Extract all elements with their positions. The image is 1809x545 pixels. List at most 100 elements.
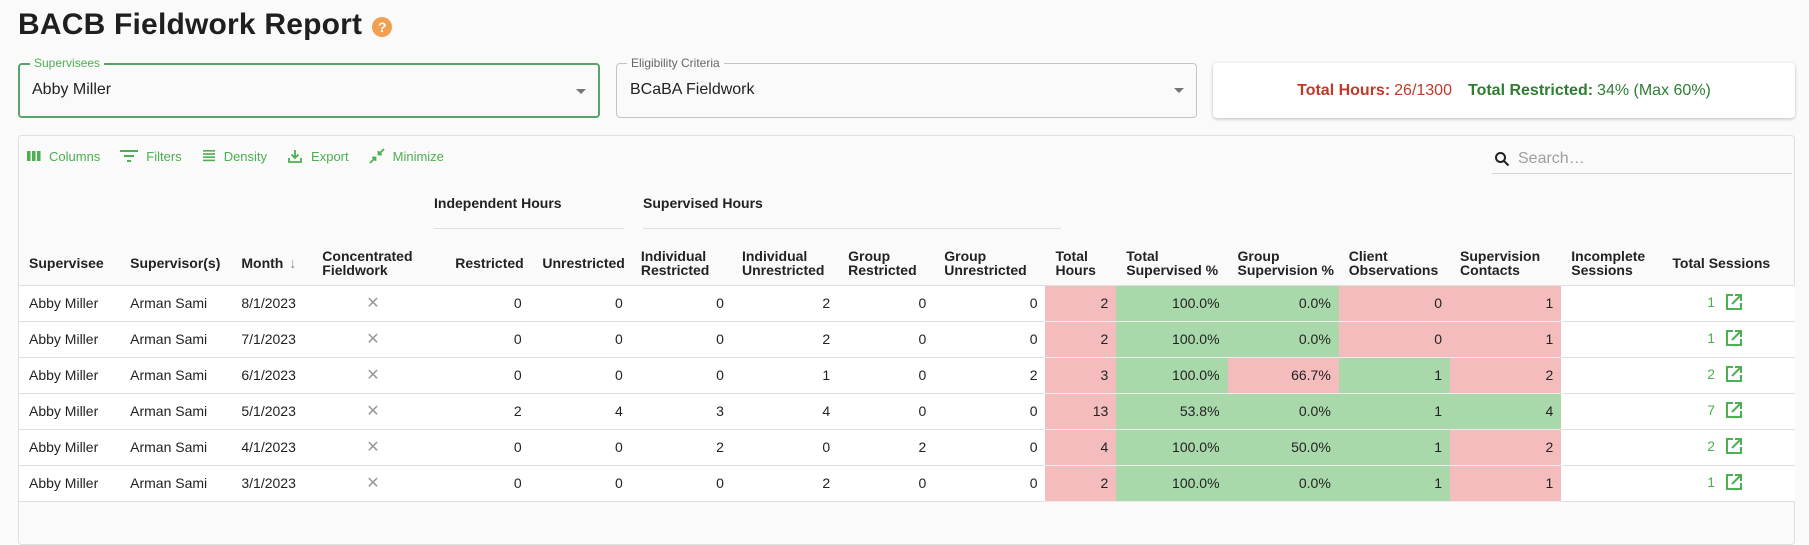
table-row[interactable]: Abby Miller Arman Sami 4/1/2023 ✕ 0 0 2 0 2 0 4 100… [19,429,1795,466]
table-row[interactable]: Abby Miller Arman Sami 3/1/2023 ✕ 0 0 0 2 0 0 2 100… [19,465,1795,502]
total-restricted-value: 34% (Max 60%) [1597,81,1711,99]
col-header-client-observations[interactable]: Client Observations [1338,241,1451,286]
cell-supervisor: Arman Sami [120,465,232,502]
cell-supervision-contacts: 2 [1450,357,1562,394]
col-header-incomplete-sessions[interactable]: Incomplete Sessions [1561,241,1663,286]
cell-ind-unrestricted: 4 [529,393,631,430]
col-header-individual-restricted[interactable]: Individual Restricted [630,241,732,286]
supervisees-select[interactable]: Supervisees Abby Miller [18,56,600,118]
columns-icon [27,151,41,161]
group-divider [434,228,624,229]
open-in-new-icon[interactable] [1725,293,1743,314]
table-row[interactable]: Abby Miller Arman Sami 7/1/2023 ✕ 0 0 0 2 0 0 2 100… [19,321,1795,358]
cell-supervisor: Arman Sami [120,321,232,358]
cell-incomplete-sessions [1561,465,1663,502]
cell-supervisee: Abby Miller [19,393,121,430]
group-header-supervised-hours: Supervised Hours [643,195,763,211]
cell-supervision-contacts: 1 [1450,465,1562,502]
cell-group-supervision-pct: 0.0% [1227,465,1339,502]
total-restricted-label: Total Restricted: [1467,81,1594,99]
cell-total-sessions: 1 [1662,285,1795,322]
cell-concentrated: ✕ [312,357,434,394]
col-header-group-unrestricted[interactable]: Group Unrestricted [934,241,1046,286]
close-icon: ✕ [366,439,380,456]
col-header-individual-unrestricted[interactable]: Individual Unrestricted [731,241,839,286]
cell-total-supervised-pct: 100.0% [1116,429,1228,466]
cell-sup-ind-restricted: 0 [630,357,732,394]
cell-concentrated: ✕ [312,429,434,466]
open-in-new-icon[interactable] [1725,473,1743,494]
search-box[interactable] [1492,144,1792,174]
cell-concentrated: ✕ [312,285,434,322]
col-header-supervision-contacts[interactable]: Supervision Contacts [1450,241,1562,286]
col-header-month[interactable]: Month ↓ [231,241,313,286]
col-header-group-restricted[interactable]: Group Restricted [838,241,935,286]
open-in-new-icon[interactable] [1725,329,1743,350]
density-icon [202,150,215,162]
search-input[interactable] [1516,148,1776,169]
close-icon: ✕ [366,331,380,348]
totals-summary-card: Total Hours: 26/1300 Total Restricted: 3… [1213,63,1795,118]
eligibility-criteria-select[interactable]: Eligibility Criteria BCaBA Fieldwork [616,56,1197,118]
cell-sup-grp-restricted: 0 [838,357,935,394]
sort-descending-icon[interactable]: ↓ [289,255,296,271]
export-button[interactable]: Export [287,148,349,164]
total-hours-label: Total Hours: [1297,81,1391,99]
cell-client-observations: 1 [1338,393,1451,430]
cell-group-supervision-pct: 0.0% [1227,285,1339,322]
minimize-label: Minimize [392,148,444,164]
cell-supervisee: Abby Miller [19,285,121,322]
group-header-independent-hours: Independent Hours [434,195,562,211]
open-in-new-icon[interactable] [1725,365,1743,386]
minimize-button[interactable]: Minimize [368,148,444,164]
cell-incomplete-sessions [1561,285,1663,322]
density-button[interactable]: Density [202,149,267,164]
cell-sup-grp-restricted: 2 [838,429,935,466]
cell-sup-ind-restricted: 0 [630,465,732,502]
cell-ind-restricted: 0 [433,429,530,466]
cell-supervision-contacts: 1 [1450,321,1562,358]
eligibility-criteria-value: BCaBA Fieldwork [630,81,755,98]
table-row[interactable]: Abby Miller Arman Sami 5/1/2023 ✕ 2 4 3 4 0 0 13 53… [19,393,1795,430]
chevron-down-icon[interactable] [576,89,586,94]
chevron-down-icon[interactable] [1174,88,1184,93]
total-sessions-value: 7 [1707,401,1715,418]
col-header-total-sessions[interactable]: Total Sessions [1662,241,1795,286]
cell-ind-unrestricted: 0 [529,285,631,322]
open-in-new-icon[interactable] [1725,437,1743,458]
close-icon: ✕ [366,475,380,492]
cell-client-observations: 0 [1338,285,1451,322]
cell-sup-grp-unrestricted: 0 [934,465,1046,502]
cell-total-supervised-pct: 100.0% [1116,321,1228,358]
table-header-row: Supervisee Supervisor(s) Month ↓ Concentr… [19,241,1795,286]
cell-supervisee: Abby Miller [19,465,121,502]
cell-ind-unrestricted: 0 [529,465,631,502]
cell-client-observations: 1 [1338,357,1451,394]
cell-sup-grp-restricted: 0 [838,285,935,322]
open-in-new-icon[interactable] [1725,401,1743,422]
cell-sup-grp-unrestricted: 2 [934,357,1046,394]
table-row[interactable]: Abby Miller Arman Sami 6/1/2023 ✕ 0 0 0 1 0 2 3 100… [19,357,1795,394]
cell-total-hours: 2 [1045,285,1117,322]
col-header-group-supervision-pct[interactable]: Group Supervision % [1227,241,1339,286]
cell-total-supervised-pct: 100.0% [1116,357,1228,394]
col-header-total-hours[interactable]: Total Hours [1045,241,1117,286]
table-row[interactable]: Abby Miller Arman Sami 8/1/2023 ✕ 0 0 0 2 0 0 2 100… [19,285,1795,322]
cell-month: 4/1/2023 [231,429,313,466]
total-sessions-value: 2 [1707,365,1715,382]
cell-concentrated: ✕ [312,465,434,502]
col-header-supervisors[interactable]: Supervisor(s) [120,241,232,286]
cell-sup-grp-restricted: 0 [838,393,935,430]
columns-button[interactable]: Columns [27,149,100,164]
cell-group-supervision-pct: 0.0% [1227,321,1339,358]
filters-button[interactable]: Filters [120,149,182,164]
col-header-independent-unrestricted[interactable]: Unrestricted [529,241,631,286]
col-header-concentrated-fieldwork[interactable]: Concentrated Fieldwork [312,241,434,286]
col-header-independent-restricted[interactable]: Restricted [433,241,530,286]
col-header-supervisee[interactable]: Supervisee [19,241,121,286]
col-header-total-supervised-pct[interactable]: Total Supervised % [1116,241,1228,286]
help-icon[interactable]: ? [372,16,393,37]
export-label: Export [311,148,349,164]
cell-client-observations: 1 [1338,429,1451,466]
columns-label: Columns [49,148,101,164]
